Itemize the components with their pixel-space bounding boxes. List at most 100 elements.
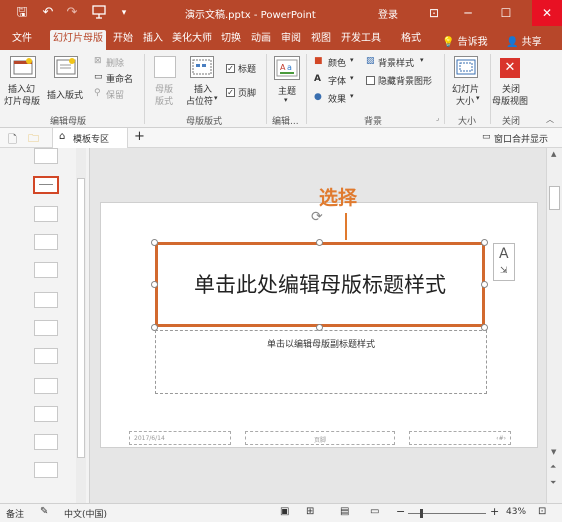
tab-insert[interactable]: 插入 — [140, 30, 166, 50]
reading-view-icon[interactable]: ▤ — [340, 506, 349, 517]
themes-icon: Aa — [274, 56, 300, 80]
merge-windows-toggle[interactable]: 窗口合并显示 — [494, 132, 548, 145]
svg-text:A: A — [280, 63, 286, 72]
pin-icon: ⚲ — [94, 88, 101, 98]
title-bar: 🖫 ↶ ↷ ▾ 演示文稿.pptx - PowerPoint 登录 ⊡ ─ ☐ … — [0, 0, 562, 26]
tab-slide-master[interactable]: 幻灯片母版 — [50, 30, 106, 50]
share-label: 共享 — [521, 37, 542, 48]
effects-label: 效果 — [328, 95, 347, 105]
date-placeholder[interactable]: 2017/6/14 — [129, 431, 231, 445]
ribbon-display-options-icon[interactable]: ⊡ — [420, 0, 448, 26]
slide-thumbnail[interactable] — [34, 206, 58, 222]
insert-master-label-2: 灯片母版 — [4, 97, 41, 107]
slide-thumbnail[interactable] — [34, 234, 58, 250]
dropdown-arrow-icon: ▾ — [284, 96, 288, 104]
save-icon[interactable]: 🖫 — [14, 4, 30, 22]
ribbon: 插入幻 灯片母版 插入版式 ⊠ 删除 ▭ 重命名 ⚲ 保留 编辑母版 母版 版式… — [0, 50, 562, 128]
close-button[interactable]: ✕ — [532, 0, 562, 26]
tab-beautify[interactable]: 美化大师 — [170, 30, 214, 50]
colors-label: 颜色 — [328, 59, 347, 69]
zoom-out-button[interactable]: − — [396, 505, 405, 518]
redo-icon[interactable]: ↷ — [64, 4, 80, 22]
rename-icon: ▭ — [94, 72, 103, 82]
slide-number-placeholder[interactable]: ‹#› — [409, 431, 511, 445]
undo-icon[interactable]: ↶ — [40, 4, 56, 22]
footer-check-icon: ✓ — [226, 88, 235, 97]
add-tab-button[interactable]: + — [134, 129, 145, 144]
notes-button[interactable]: 备注 — [6, 507, 24, 520]
fonts-label: 字体 — [328, 77, 347, 87]
slide-canvas[interactable]: 单击此处编辑母版标题样式 ⟳ A ⇲ 选择 单击以编辑母版副标题样式 2017/… — [100, 187, 538, 448]
layout-options-button[interactable]: A ⇲ — [493, 243, 515, 281]
master-layout-icon — [154, 56, 176, 78]
subtitle-placeholder[interactable]: 单击以编辑母版副标题样式 — [155, 330, 487, 394]
present-from-start-icon[interactable] — [90, 4, 108, 22]
tab-file[interactable]: 文件 — [6, 30, 38, 50]
rotate-handle-icon[interactable]: ⟳ — [311, 209, 323, 225]
language-indicator[interactable]: 中文(中国) — [64, 507, 107, 520]
tab-review[interactable]: 审阅 — [278, 30, 304, 50]
thumbnail-pane — [0, 148, 90, 503]
tell-me-label: 告诉我 — [457, 37, 488, 48]
tab-developer[interactable]: 开发工具 — [338, 30, 384, 50]
resize-handle[interactable] — [481, 281, 488, 288]
slide-thumbnail[interactable] — [33, 176, 59, 194]
insert-layout-label: 插入版式 — [47, 91, 84, 101]
ribbon-separator — [444, 54, 445, 124]
dialog-launcher-icon[interactable]: ⌟ — [436, 114, 439, 122]
zoom-slider-thumb[interactable] — [420, 509, 423, 518]
scrollbar-thumb[interactable] — [77, 178, 85, 458]
tell-me-search[interactable]: 💡 告诉我 — [442, 33, 488, 48]
slide-sorter-icon[interactable]: ⊞ — [306, 506, 314, 517]
slide-thumbnail[interactable] — [34, 348, 58, 364]
edit-icon[interactable]: ✎ — [40, 506, 48, 517]
slide-thumbnail[interactable] — [34, 292, 58, 308]
folder-icon[interactable]: 🗀 — [28, 130, 39, 149]
scroll-up-icon[interactable]: ▲ — [551, 150, 556, 158]
zoom-level[interactable]: 43% — [506, 507, 526, 517]
sign-in-link[interactable]: 登录 — [378, 6, 398, 21]
tab-transitions[interactable]: 切换 — [218, 30, 244, 50]
svg-text:a: a — [287, 63, 292, 72]
resize-handle[interactable] — [151, 281, 158, 288]
vertical-scrollbar[interactable]: ▲ ▼ ⏶ ⏷ — [546, 148, 562, 503]
tab-home[interactable]: 开始 — [110, 30, 136, 50]
tab-format[interactable]: 格式 — [396, 30, 426, 50]
resize-handle[interactable] — [151, 239, 158, 246]
tab-view[interactable]: 视图 — [308, 30, 334, 50]
fit-to-window-icon[interactable]: ⊡ — [538, 506, 546, 517]
normal-view-icon[interactable]: ▣ — [280, 506, 289, 517]
collapse-ribbon-icon[interactable]: ︿ — [546, 114, 554, 125]
next-slide-icon[interactable]: ⏷ — [550, 478, 556, 488]
subtitle-placeholder-text: 单击以编辑母版副标题样式 — [266, 340, 375, 350]
tab-animations[interactable]: 动画 — [248, 30, 274, 50]
zoom-in-button[interactable]: + — [490, 505, 499, 518]
dropdown-arrow-icon: ▾ — [214, 94, 218, 102]
scrollbar-thumb[interactable] — [549, 186, 560, 210]
resize-handle[interactable] — [316, 239, 323, 246]
share-button[interactable]: 👤 共享 — [506, 33, 542, 48]
slideshow-icon[interactable]: ▭ — [370, 506, 379, 517]
footer-placeholder[interactable]: 页脚 — [245, 431, 395, 445]
ribbon-tabs: 文件 幻灯片母版 开始 插入 美化大师 切换 动画 审阅 视图 开发工具 格式 … — [0, 26, 562, 50]
thumbnail-scrollbar[interactable] — [76, 148, 86, 503]
slide-thumbnail[interactable] — [34, 262, 58, 278]
minimize-button[interactable]: ─ — [454, 0, 482, 26]
slide-thumbnail[interactable] — [34, 378, 58, 394]
scroll-down-icon[interactable]: ▼ — [551, 448, 556, 456]
template-zone-tab[interactable]: ⌂ 模板专区 — [52, 128, 128, 148]
lightbulb-icon: 💡 — [442, 37, 455, 48]
title-placeholder[interactable]: 单击此处编辑母版标题样式 — [155, 242, 485, 327]
slide-thumbnail[interactable] — [34, 406, 58, 422]
ribbon-separator — [306, 54, 307, 124]
hide-background-check-icon — [366, 76, 375, 85]
slide-thumbnail[interactable] — [34, 148, 58, 164]
maximize-button[interactable]: ☐ — [492, 0, 520, 26]
slide-thumbnail[interactable] — [34, 320, 58, 336]
resize-handle[interactable] — [481, 239, 488, 246]
slide-thumbnail[interactable] — [34, 462, 58, 478]
customize-toolbar-icon[interactable]: ▾ — [116, 4, 132, 22]
previous-slide-icon[interactable]: ⏶ — [550, 462, 556, 472]
slide-thumbnail[interactable] — [34, 434, 58, 450]
slide-number-icon: ‹#› — [496, 435, 506, 442]
